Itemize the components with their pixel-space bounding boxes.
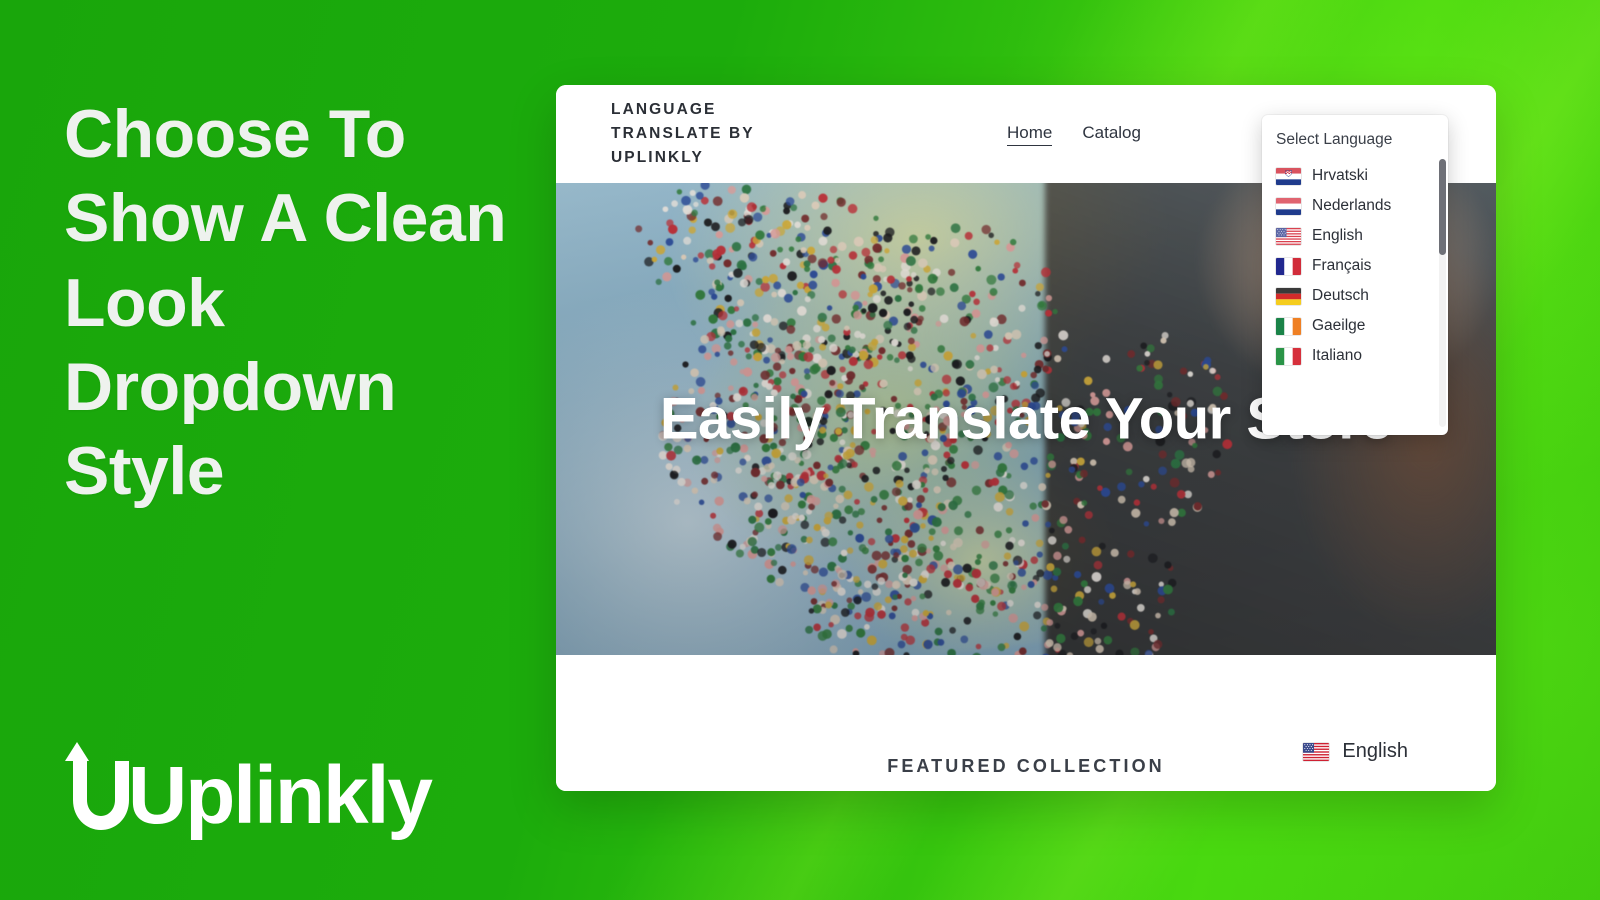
store-nav: Home Catalog (1007, 123, 1141, 146)
language-option-deutsch[interactable]: Deutsch (1262, 281, 1448, 311)
nl-flag-icon (1276, 197, 1301, 215)
language-option-label: Gaeilge (1312, 317, 1366, 334)
language-option-francais[interactable]: Français (1262, 251, 1448, 281)
promo-stage: Choose To Show A Clean Look Dropdown Sty… (0, 0, 1600, 900)
language-option-label: Français (1312, 257, 1372, 274)
hr-flag-icon (1276, 167, 1301, 185)
store-brand-title: LANGUAGE TRANSLATE BY UPLINKLY (611, 100, 755, 166)
language-option-label: Nederlands (1312, 197, 1392, 214)
page-title: Choose To Show A Clean Look Dropdown Sty… (64, 96, 507, 510)
language-dropdown-title: Select Language (1276, 131, 1393, 148)
language-option-list: Hrvatski Nederlands English Français Deu… (1262, 161, 1448, 371)
uplinkly-arrow-u-icon (60, 738, 134, 834)
language-option-label: Italiano (1312, 347, 1362, 364)
uplinkly-wordmark: Uplinkly (128, 749, 433, 841)
de-flag-icon (1276, 287, 1301, 305)
language-option-label: Hrvatski (1312, 167, 1368, 184)
language-option-italiano[interactable]: Italiano (1262, 341, 1448, 371)
language-option-label: English (1312, 227, 1363, 244)
language-selector-pill[interactable]: English (1303, 740, 1408, 763)
language-option-label: Deutsch (1312, 287, 1369, 304)
language-option-english[interactable]: English (1262, 221, 1448, 251)
featured-collection-section: FEATURED COLLECTION English (556, 655, 1496, 791)
language-option-hrvatski[interactable]: Hrvatski (1262, 161, 1448, 191)
it-flag-icon (1276, 347, 1301, 365)
fr-flag-icon (1276, 257, 1301, 275)
dropdown-scrollbar-thumb[interactable] (1439, 159, 1446, 255)
dropdown-scrollbar[interactable] (1439, 159, 1446, 427)
language-option-nederlands[interactable]: Nederlands (1262, 191, 1448, 221)
nav-link-home[interactable]: Home (1007, 123, 1053, 146)
nav-link-catalog[interactable]: Catalog (1082, 123, 1141, 145)
language-selector-label: English (1342, 740, 1408, 762)
uplinkly-logo: Uplinkly (60, 738, 433, 841)
language-dropdown[interactable]: Select Language Hrvatski Nederlands Engl… (1262, 115, 1448, 435)
ie-flag-icon (1276, 317, 1301, 335)
us-flag-icon (1276, 227, 1301, 245)
us-flag-icon (1303, 742, 1330, 761)
language-option-gaeilge[interactable]: Gaeilge (1262, 311, 1448, 341)
